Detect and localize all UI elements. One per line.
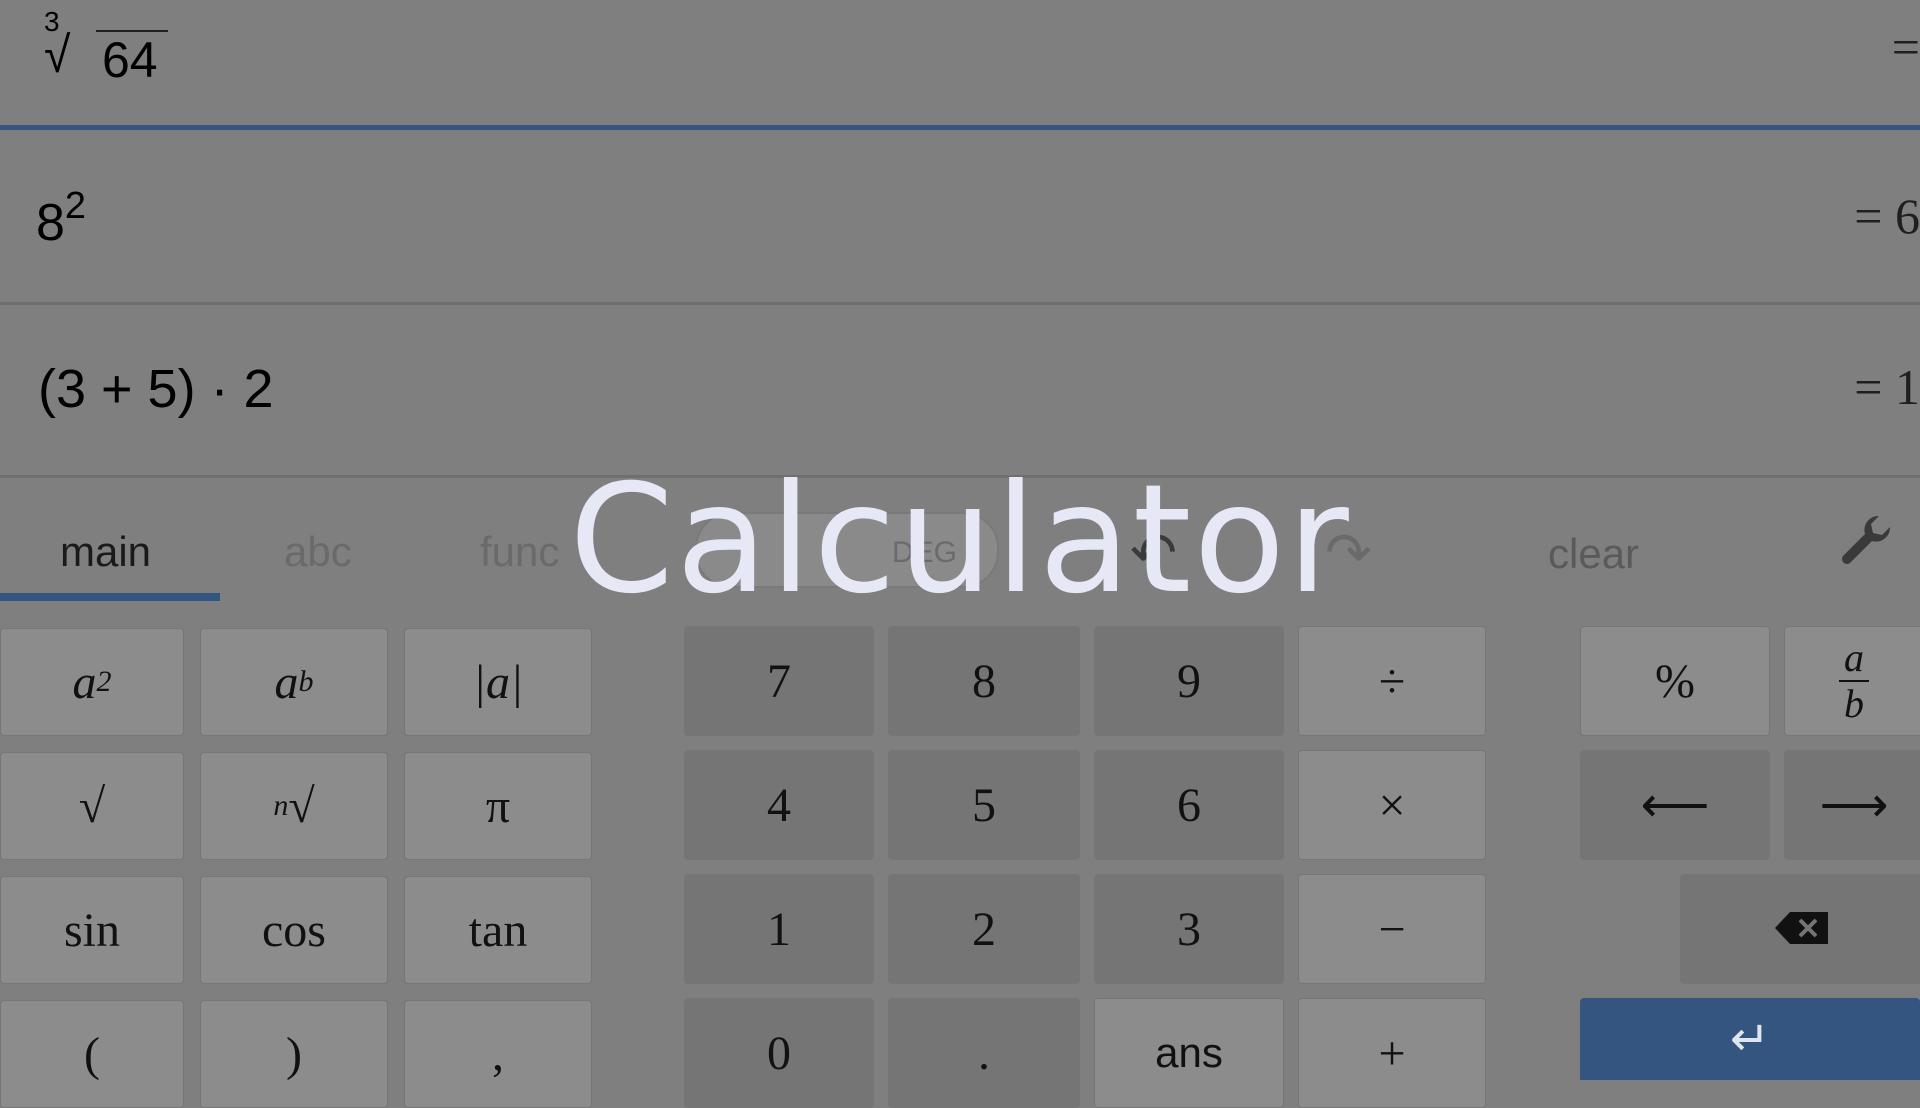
digit-3-key[interactable]: 3 bbox=[1094, 874, 1284, 984]
divide-key[interactable]: ÷ bbox=[1298, 626, 1486, 736]
right-paren-key[interactable]: ) bbox=[200, 1000, 388, 1108]
base: 8 bbox=[36, 194, 65, 252]
key-label: √ bbox=[78, 779, 106, 833]
sqrt-key[interactable]: √ bbox=[0, 752, 184, 860]
ans-key[interactable]: ans bbox=[1094, 998, 1284, 1108]
plus-key[interactable]: + bbox=[1298, 998, 1486, 1108]
key-label: 5 bbox=[972, 778, 996, 832]
enter-key[interactable]: ↵ bbox=[1580, 998, 1920, 1080]
key-label: 2 bbox=[972, 902, 996, 956]
digit-8-key[interactable]: 8 bbox=[888, 626, 1080, 736]
result: = bbox=[1891, 19, 1920, 75]
key-superscript: n bbox=[273, 789, 289, 822]
result: = 6 bbox=[1854, 188, 1920, 244]
fraction-denominator: b bbox=[1844, 681, 1864, 726]
key-label: 3 bbox=[1177, 902, 1201, 956]
overlay-title: Calculator bbox=[569, 453, 1351, 627]
enter-icon: ↵ bbox=[1729, 1013, 1771, 1066]
key-label: √ bbox=[288, 779, 315, 833]
history-row[interactable]: 3 √ 64 = bbox=[0, 0, 1920, 130]
key-label: ans bbox=[1155, 1029, 1223, 1076]
key-label: 8 bbox=[972, 654, 996, 708]
power-expression: 82 bbox=[36, 185, 86, 253]
cursor-left-key[interactable]: ⟵ bbox=[1580, 750, 1770, 860]
cursor-right-key[interactable]: ⟶ bbox=[1784, 750, 1920, 860]
key-label: ) bbox=[286, 1027, 302, 1081]
percent-key[interactable]: % bbox=[1580, 626, 1770, 736]
key-label: % bbox=[1655, 654, 1695, 708]
decimal-point-key[interactable]: . bbox=[888, 998, 1080, 1108]
digit-5-key[interactable]: 5 bbox=[888, 750, 1080, 860]
key-label: 9 bbox=[1177, 654, 1201, 708]
left-arrow-icon: ⟵ bbox=[1640, 779, 1710, 832]
digit-4-key[interactable]: 4 bbox=[684, 750, 874, 860]
key-label: a bbox=[274, 655, 299, 709]
expression: (3 + 5) · 2 bbox=[38, 359, 274, 419]
key-label: π bbox=[485, 779, 511, 833]
right-arrow-icon: ⟶ bbox=[1819, 779, 1889, 832]
key-label: 6 bbox=[1177, 778, 1201, 832]
result: = 1 bbox=[1854, 359, 1920, 415]
key-label: − bbox=[1378, 902, 1406, 956]
cos-key[interactable]: cos bbox=[200, 876, 388, 984]
key-superscript: 2 bbox=[96, 665, 112, 698]
sin-key[interactable]: sin bbox=[0, 876, 184, 984]
key-label: ÷ bbox=[1378, 654, 1406, 708]
key-label: a bbox=[72, 655, 97, 709]
digit-0-key[interactable]: 0 bbox=[684, 998, 874, 1108]
multiply-key[interactable]: × bbox=[1298, 750, 1486, 860]
key-label: , bbox=[492, 1027, 504, 1081]
key-label: cos bbox=[262, 903, 326, 957]
key-label: 1 bbox=[767, 902, 791, 956]
radicand: 64 bbox=[96, 30, 168, 88]
key-label: 0 bbox=[767, 1026, 791, 1080]
key-label: sin bbox=[63, 903, 120, 957]
key-label: tan bbox=[468, 903, 528, 957]
key-label: ( bbox=[84, 1027, 100, 1081]
square-key[interactable]: a2 bbox=[0, 628, 184, 736]
key-superscript: b bbox=[298, 665, 314, 698]
comma-key[interactable]: , bbox=[404, 1000, 592, 1108]
key-label: |a| bbox=[472, 655, 524, 709]
key-label: × bbox=[1378, 778, 1406, 832]
history-row[interactable]: 82 = 6 bbox=[0, 135, 1920, 305]
nth-root-key[interactable]: n √ bbox=[200, 752, 388, 860]
backspace-icon bbox=[1774, 902, 1830, 957]
minus-key[interactable]: − bbox=[1298, 874, 1486, 984]
digit-6-key[interactable]: 6 bbox=[1094, 750, 1284, 860]
pi-key[interactable]: π bbox=[404, 752, 592, 860]
tan-key[interactable]: tan bbox=[404, 876, 592, 984]
exponent: 2 bbox=[64, 185, 87, 227]
digit-7-key[interactable]: 7 bbox=[684, 626, 874, 736]
key-label: + bbox=[1378, 1026, 1406, 1080]
backspace-key[interactable] bbox=[1680, 874, 1920, 984]
key-label: 4 bbox=[767, 778, 791, 832]
power-key[interactable]: ab bbox=[200, 628, 388, 736]
fraction-key[interactable]: ab bbox=[1784, 626, 1920, 736]
key-label: . bbox=[978, 1026, 990, 1080]
digit-9-key[interactable]: 9 bbox=[1094, 626, 1284, 736]
fraction-numerator: a bbox=[1844, 635, 1864, 680]
digit-2-key[interactable]: 2 bbox=[888, 874, 1080, 984]
digit-1-key[interactable]: 1 bbox=[684, 874, 874, 984]
left-paren-key[interactable]: ( bbox=[0, 1000, 184, 1108]
radical-sign: √ bbox=[44, 27, 71, 84]
fraction-glyph: ab bbox=[1839, 638, 1869, 724]
key-label: 7 bbox=[767, 654, 791, 708]
abs-key[interactable]: |a| bbox=[404, 628, 592, 736]
